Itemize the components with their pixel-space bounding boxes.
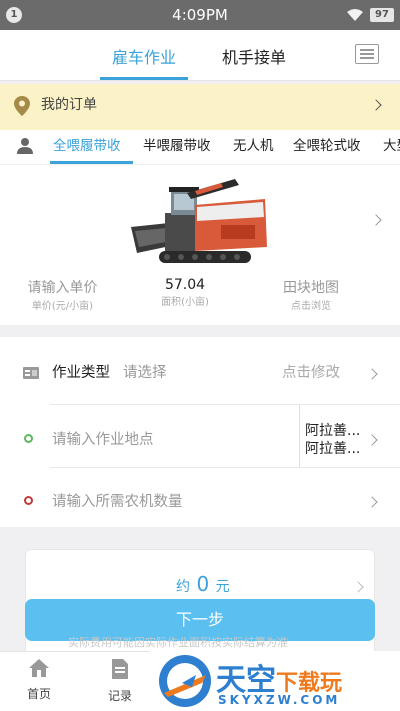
tab-operator-orders[interactable]: 机手接单 [222, 44, 286, 68]
list-menu-icon[interactable] [355, 44, 379, 64]
price-prefix: 约 [176, 579, 190, 595]
person-icon [17, 138, 33, 154]
area-value: 57.04 [164, 277, 206, 293]
harvester-image [131, 179, 267, 263]
machine-card[interactable]: 请输入单价 单价(元/小亩) 57.04 面积(小亩) 田块地图 点击浏览 [0, 165, 400, 325]
area-sub: 面积(小亩) [161, 297, 209, 308]
vertical-divider [299, 405, 300, 467]
category-tabs: 全喂履带收 半喂履带收 无人机 全喂轮式收 大型 [0, 130, 400, 164]
home-icon [29, 659, 49, 677]
field-map-sub: 点击浏览 [291, 301, 331, 312]
area-field: 57.04 面积(小亩) [150, 277, 220, 308]
job-type-value: 请选择 [123, 365, 167, 381]
nav-home[interactable]: 首页 [14, 658, 64, 702]
unit-price-field[interactable]: 请输入单价 单价(元/小亩) [20, 277, 105, 312]
price-amount: 0 [196, 572, 210, 596]
job-type-row[interactable]: 作业类型 请选择 点击修改 [0, 337, 400, 405]
location-row[interactable]: 请输入作业地点 阿拉善... 阿拉善... [0, 405, 400, 467]
category-full-feed-track[interactable]: 全喂履带收 [53, 134, 121, 154]
watermark-logo-icon [159, 655, 211, 707]
nav-records-label: 记录 [107, 689, 132, 703]
battery-icon: 97 [370, 8, 394, 22]
watermark-subtitle: SKYXZW.COM [218, 693, 341, 707]
quantity-row[interactable]: 请输入所需农机数量 [0, 468, 400, 527]
category-full-feed-wheel[interactable]: 全喂轮式收 [293, 134, 361, 154]
unit-price-sub: 单价(元/小亩) [31, 301, 94, 312]
site-watermark: 天空下载玩 SKYXZW.COM [150, 651, 400, 711]
my-orders-label: 我的订单 [41, 97, 97, 113]
nav-home-label: 首页 [26, 687, 51, 701]
active-category-indicator [50, 161, 133, 164]
chevron-right-icon [370, 214, 382, 226]
nav-records[interactable]: 记录 [95, 658, 145, 704]
end-dot-icon [24, 496, 33, 505]
chevron-right-icon [366, 368, 378, 380]
price-unit: 元 [215, 579, 230, 595]
status-time: 4:09PM [172, 6, 228, 24]
status-bar: 1 4:09PM 97 [0, 0, 400, 30]
location-line-2: 阿拉善... [305, 441, 361, 457]
chevron-right-icon [352, 581, 364, 593]
field-map-link[interactable]: 田块地图 点击浏览 [276, 277, 346, 312]
order-form: 作业类型 请选择 点击修改 请输入作业地点 阿拉善... 阿拉善... 请输入所… [0, 337, 400, 527]
id-card-icon [23, 367, 39, 379]
quantity-input[interactable]: 请输入所需农机数量 [52, 490, 183, 511]
location-pin-icon [14, 96, 30, 116]
job-type-label: 作业类型 [52, 365, 110, 381]
chevron-right-icon [366, 496, 378, 508]
price-note-text: 实际费用可能因实际作业面积按实际结算为准 [68, 636, 288, 649]
location-line-1: 阿拉善... [305, 423, 361, 439]
category-drone[interactable]: 无人机 [233, 134, 274, 154]
my-orders-bar[interactable]: 我的订单 [0, 84, 400, 130]
start-dot-icon [24, 434, 33, 443]
wifi-icon [347, 9, 363, 21]
document-icon [112, 659, 128, 679]
active-tab-indicator [100, 77, 188, 80]
unit-price-placeholder: 请输入单价 [27, 280, 98, 296]
top-tab-bar: 雇车作业 机手接单 [0, 30, 400, 81]
chevron-right-icon [370, 99, 382, 111]
job-type-hint: 点击修改 [282, 365, 340, 381]
category-half-feed-track[interactable]: 半喂履带收 [143, 134, 211, 154]
category-large[interactable]: 大型 [383, 134, 400, 154]
tab-hire-vehicle[interactable]: 雇车作业 [112, 44, 176, 68]
chevron-right-icon [366, 434, 378, 446]
location-input[interactable]: 请输入作业地点 [52, 428, 154, 449]
field-map-label: 田块地图 [283, 280, 339, 296]
price-estimate: 约 0 元 [176, 572, 230, 596]
